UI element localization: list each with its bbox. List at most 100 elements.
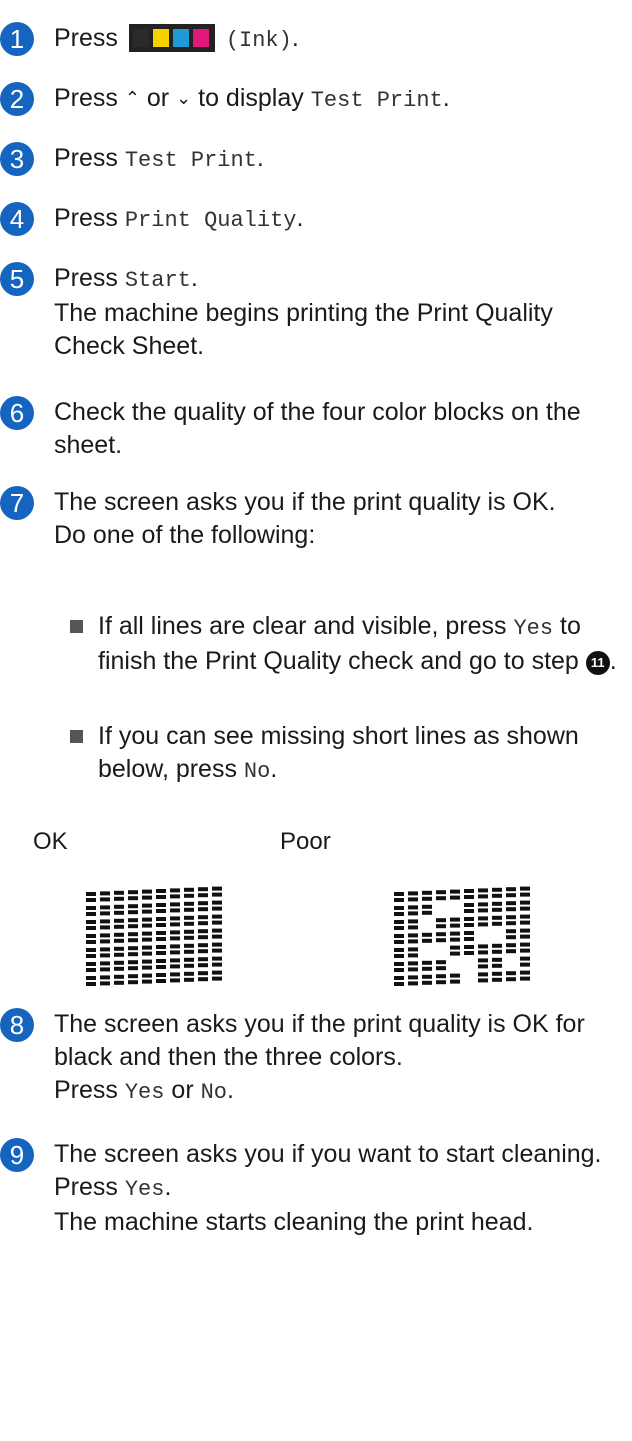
poor-pattern-line-segment — [478, 972, 488, 977]
poor-pattern-line-segment — [436, 974, 446, 979]
ok-pattern-line-segment — [114, 890, 124, 895]
poor-pattern-line-segment — [408, 953, 418, 958]
bullet-item-no: If you can see missing short lines as sh… — [70, 720, 618, 788]
poor-pattern-line-segment — [478, 908, 488, 913]
poor-pattern-line-segment — [520, 942, 530, 947]
ok-pattern-line-segment — [142, 973, 152, 978]
poor-pattern-line-segment — [492, 887, 502, 892]
step-text-post: . — [164, 1173, 172, 1201]
step-line-1: The screen asks you if the print quality… — [54, 1010, 585, 1071]
ok-pattern-line-segment — [170, 930, 180, 935]
poor-pattern-line-segment — [464, 909, 474, 913]
ok-pattern-line-segment — [170, 916, 180, 921]
bullet-text-end: . — [609, 647, 617, 675]
ok-pattern-line-segment — [100, 905, 110, 910]
menu-item-name: Start — [124, 268, 191, 293]
ok-pattern-line-segment — [184, 963, 194, 968]
ok-pattern-line-segment — [198, 943, 208, 948]
ok-pattern-line-segment — [128, 938, 138, 943]
poor-pattern-line-segment — [478, 944, 488, 949]
step-line-1: Press Start. — [54, 262, 618, 297]
step-text-post: . — [296, 204, 304, 232]
poor-pattern-line-segment — [394, 940, 404, 944]
step-line-2: Do one of the following: — [54, 521, 316, 549]
no-option-name: No — [243, 759, 271, 784]
ok-pattern-line-segment — [156, 973, 166, 977]
poor-pattern-line-segment — [408, 897, 418, 902]
poor-pattern-line-segment — [408, 939, 418, 944]
ok-pattern-line-segment — [100, 947, 110, 952]
ok-pattern-line-segment — [114, 980, 124, 985]
ok-pattern-line-segment — [114, 938, 124, 943]
ok-pattern-line-segment — [128, 960, 138, 965]
bullet-square-icon — [70, 730, 83, 743]
ok-pattern-line-segment — [100, 925, 110, 930]
ok-pattern-line-segment — [142, 895, 152, 900]
poor-pattern-line-segment — [408, 891, 418, 896]
poor-pattern-line-segment — [492, 957, 502, 962]
menu-item-name: Test Print — [124, 148, 257, 173]
poor-pattern-line-segment — [520, 900, 530, 905]
bullet-text-pre: If you can see missing short lines as sh… — [98, 722, 579, 783]
poor-pattern-line-segment — [520, 948, 530, 953]
ok-pattern-line-segment — [100, 919, 110, 924]
poor-pattern-line-segment — [394, 892, 404, 896]
bullet-square-icon — [70, 620, 83, 633]
ok-pattern-line-segment — [184, 971, 194, 976]
poor-pattern-line-segment — [492, 915, 502, 920]
ok-pattern-line-segment — [212, 956, 222, 961]
ok-pattern-line-segment — [100, 967, 110, 972]
ok-pattern-line-segment — [114, 952, 124, 957]
ok-pattern-line-segment — [198, 957, 208, 962]
ok-pattern-line-segment — [128, 952, 138, 957]
step-text-pre: Press — [54, 204, 118, 232]
poor-pattern-line-segment — [492, 971, 502, 976]
step-number-badge: 2 — [0, 82, 34, 116]
step-text: The screen asks you if the print quality… — [54, 486, 618, 552]
ok-pattern-line-segment — [212, 892, 222, 897]
poor-pattern-line-segment — [450, 937, 460, 942]
ok-pattern-line-segment — [198, 935, 208, 940]
ok-pattern-line-segment — [86, 976, 96, 980]
ok-pattern-line-segment — [86, 934, 96, 938]
poor-pattern-line-segment — [408, 981, 418, 986]
poor-pattern-line-segment — [408, 933, 418, 938]
ok-pattern-line-segment — [198, 963, 208, 968]
poor-pattern-line-segment — [520, 892, 530, 897]
poor-pattern-line-segment — [506, 949, 516, 954]
ok-pattern-line-segment — [156, 959, 166, 963]
ok-pattern-line-segment — [212, 900, 222, 905]
poor-pattern-line-segment — [464, 951, 474, 955]
ok-pattern-line-segment — [128, 890, 138, 895]
ok-line-pattern — [86, 886, 222, 986]
ok-pattern-line-segment — [86, 892, 96, 896]
ok-pattern-line-segment — [142, 951, 152, 956]
ok-pattern-line-segment — [114, 918, 124, 923]
step-text-post: . — [227, 1076, 234, 1104]
ok-pattern-line-segment — [156, 909, 166, 913]
poor-pattern-line-segment — [394, 912, 404, 916]
ok-pattern-line-segment — [170, 888, 180, 893]
ok-pattern-line-segment — [198, 887, 208, 892]
poor-pattern-line-segment — [422, 890, 432, 895]
ok-pattern-line-segment — [198, 971, 208, 976]
ok-pattern-line-segment — [100, 891, 110, 896]
ok-pattern-line-segment — [156, 917, 166, 921]
ok-pattern-line-segment — [86, 968, 96, 972]
poor-pattern-line-segment — [408, 925, 418, 930]
ok-pattern-line-segment — [184, 949, 194, 954]
poor-pattern-line-segment — [506, 929, 516, 934]
poor-pattern-line-segment — [422, 980, 432, 985]
ok-pattern-line-segment — [86, 912, 96, 916]
no-option-name: No — [200, 1080, 228, 1105]
step-text: Check the quality of the four color bloc… — [54, 398, 581, 459]
poor-pattern-line-segment — [520, 914, 530, 919]
ok-pattern-line-segment — [100, 981, 110, 986]
ok-pattern-line-segment — [128, 910, 138, 915]
poor-pattern-line-segment — [436, 890, 446, 895]
poor-pattern-line-segment — [506, 907, 516, 912]
ok-pattern-line-segment — [128, 904, 138, 909]
ok-pattern-line-segment — [212, 948, 222, 953]
poor-pattern-line-segment — [450, 979, 460, 984]
poor-pattern-line-segment — [408, 975, 418, 980]
